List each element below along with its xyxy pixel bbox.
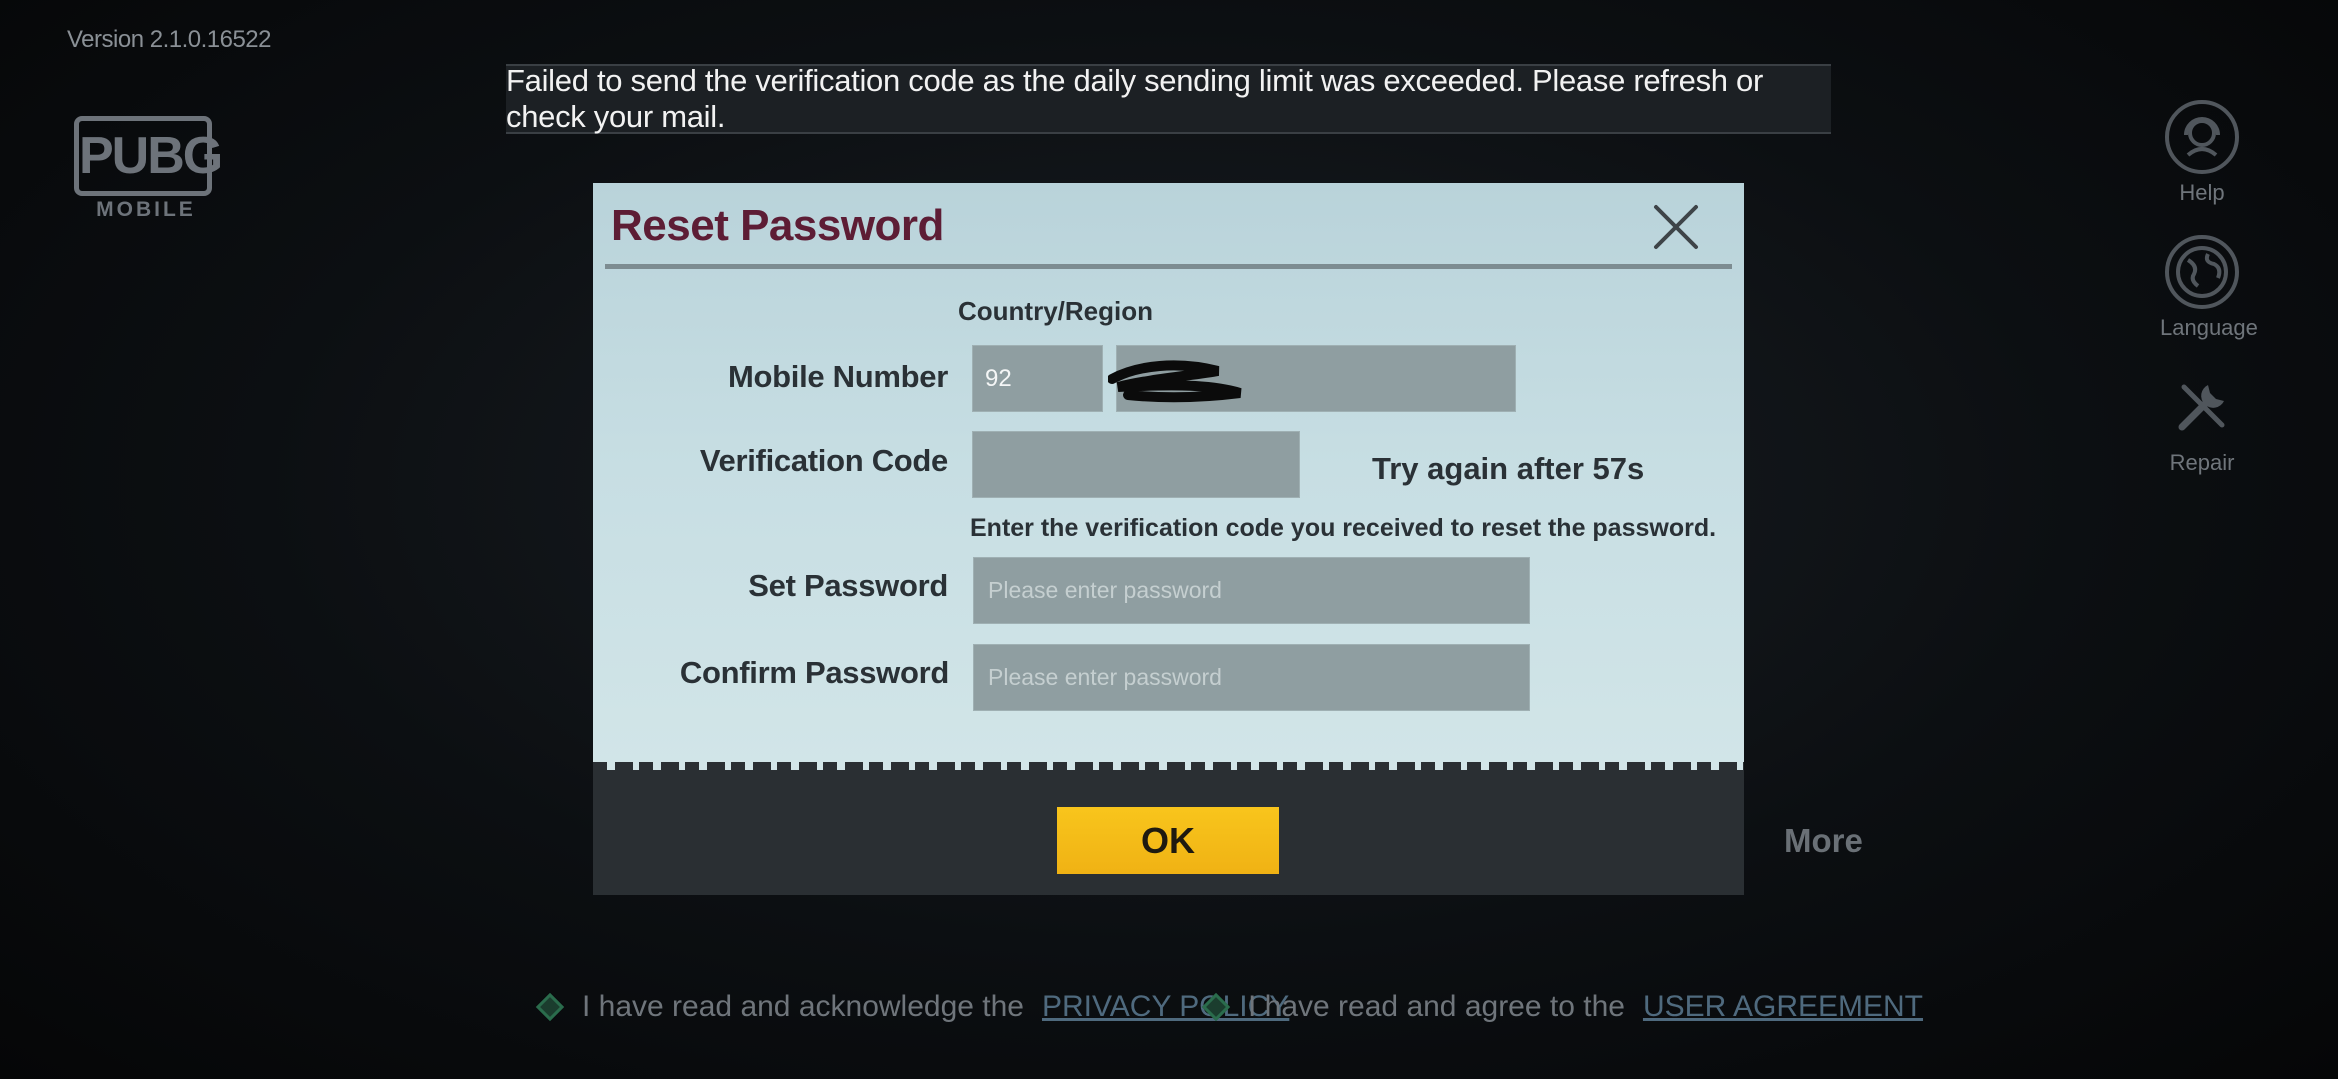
dialog-title: Reset Password bbox=[611, 201, 944, 250]
title-divider bbox=[605, 264, 1732, 269]
privacy-text: I have read and acknowledge the bbox=[582, 990, 1024, 1023]
wrench-svg bbox=[2178, 384, 2225, 431]
privacy-agreement[interactable]: I have read and acknowledge the PRIVACY … bbox=[535, 990, 1289, 1024]
redaction-scribble bbox=[1108, 360, 1242, 403]
logo-sub: MOBILE bbox=[96, 198, 196, 221]
headset-svg bbox=[2184, 117, 2220, 157]
set-password-label: Set Password bbox=[748, 568, 948, 603]
set-password-field[interactable] bbox=[973, 557, 1530, 624]
user-agreement-link[interactable]: USER AGREEMENT bbox=[1643, 990, 1923, 1024]
logo-main: PUBG bbox=[74, 116, 223, 196]
user-agreement-checkbox[interactable] bbox=[1201, 992, 1231, 1022]
confirm-password-field[interactable] bbox=[973, 644, 1530, 711]
verification-code-input[interactable] bbox=[985, 450, 1299, 479]
globe-svg bbox=[2176, 246, 2228, 298]
version-label: Version 2.1.0.16522 bbox=[67, 26, 272, 53]
headset-icon bbox=[2165, 100, 2239, 174]
country-region-label: Country/Region bbox=[958, 296, 1153, 326]
repair-label: Repair bbox=[2169, 450, 2235, 475]
repair-button[interactable]: Repair bbox=[2160, 370, 2244, 476]
country-code-field[interactable]: 92 bbox=[972, 345, 1103, 412]
more-button[interactable]: More bbox=[1784, 822, 1863, 860]
verification-code-field[interactable] bbox=[972, 431, 1300, 498]
ok-button[interactable]: OK bbox=[1057, 807, 1279, 874]
set-password-input[interactable] bbox=[986, 576, 1529, 605]
resend-countdown: Try again after 57s bbox=[1372, 451, 1645, 486]
reset-password-dialog: Reset Password Country/Region Mobile Num… bbox=[593, 183, 1744, 895]
language-button[interactable]: Language bbox=[2160, 235, 2258, 341]
privacy-checkbox[interactable] bbox=[535, 992, 565, 1022]
verification-hint: Enter the verification code you received… bbox=[970, 514, 1717, 542]
user-agreement[interactable]: I have read and agree to the USER AGREEM… bbox=[1201, 990, 1923, 1024]
confirm-password-input[interactable] bbox=[986, 663, 1529, 692]
user-agreement-text: I have read and agree to the bbox=[1248, 990, 1625, 1023]
close-icon bbox=[1654, 205, 1698, 249]
close-button[interactable] bbox=[1650, 201, 1702, 253]
mobile-number-label: Mobile Number bbox=[727, 359, 948, 394]
pubg-mobile-logo: PUBG MOBILE bbox=[74, 116, 223, 226]
globe-icon bbox=[2165, 235, 2239, 309]
help-label: Help bbox=[2179, 180, 2225, 205]
confirm-password-label: Confirm Password bbox=[679, 655, 949, 690]
game-screen: Version 2.1.0.16522 PUBG MOBILE Failed t… bbox=[0, 0, 2338, 1079]
language-label: Language bbox=[2160, 315, 2258, 340]
verification-code-label: Verification Code bbox=[699, 443, 948, 478]
country-code-value: 92 bbox=[985, 364, 1012, 392]
error-toast: Failed to send the verification code as … bbox=[506, 63, 1831, 134]
wrench-icon bbox=[2165, 370, 2239, 444]
help-button[interactable]: Help bbox=[2160, 100, 2244, 206]
